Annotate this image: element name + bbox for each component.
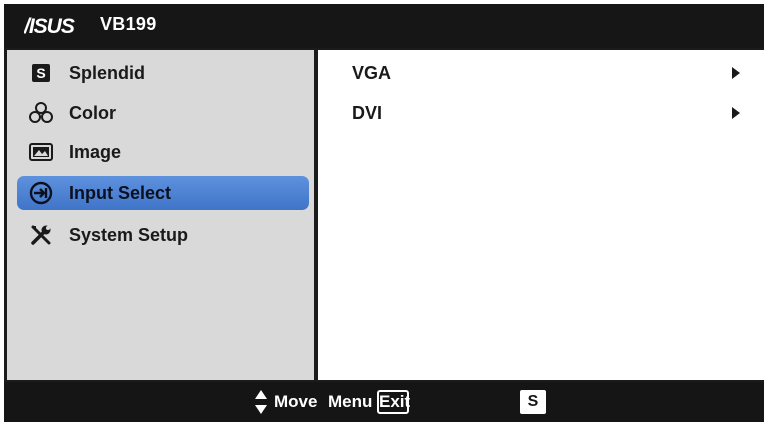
menu-label: System Setup [69, 224, 189, 245]
asus-logo: /ISUS [24, 15, 76, 37]
arrow-right-icon [732, 67, 740, 79]
input-select-icon [29, 181, 53, 205]
exit-hint: Exit [377, 382, 440, 422]
svg-text:/ISUS: /ISUS [24, 15, 75, 37]
submenu-item-dvi[interactable]: DVI [352, 98, 744, 128]
menu-item-splendid[interactable]: S Splendid [17, 56, 309, 90]
key-guide-bar: Move Menu Exit S [4, 382, 764, 422]
model-name: VB199 [100, 14, 157, 34]
menu-hint: Menu [328, 382, 372, 422]
menu-label: Menu [328, 392, 373, 411]
osd-window: /ISUS VB199 S Splendid Color Image Input… [4, 4, 764, 422]
move-label: Move [274, 392, 318, 411]
splendid-s-icon: S [29, 61, 53, 85]
wrench-screwdriver-icon [29, 223, 53, 247]
splendid-hint: S [520, 382, 546, 422]
menu-item-image[interactable]: Image [17, 135, 309, 169]
color-circles-icon [29, 101, 53, 125]
svg-text:S: S [36, 65, 45, 81]
menu-label: Image [69, 141, 122, 162]
splendid-key-icon: S [520, 390, 546, 414]
submenu-panel: VGA DVI [318, 50, 764, 380]
menu-item-input-select[interactable]: Input Select [17, 176, 309, 210]
submenu-item-vga[interactable]: VGA [352, 58, 744, 88]
title-bar: /ISUS VB199 [4, 4, 764, 48]
menu-item-color[interactable]: Color [17, 96, 309, 130]
exit-label: Exit [379, 392, 411, 411]
menu-label: Input Select [69, 182, 172, 203]
submenu-label: DVI [352, 102, 383, 123]
arrow-right-icon [732, 107, 740, 119]
up-down-arrows-icon [254, 389, 268, 415]
move-hint: Move [254, 382, 317, 422]
submenu-label: VGA [352, 62, 392, 83]
image-icon [29, 140, 53, 164]
main-menu: S Splendid Color Image Input Select Syst… [7, 50, 314, 380]
menu-label: Color [69, 102, 116, 123]
menu-item-system-setup[interactable]: System Setup [17, 218, 309, 252]
menu-label: Splendid [69, 62, 145, 83]
